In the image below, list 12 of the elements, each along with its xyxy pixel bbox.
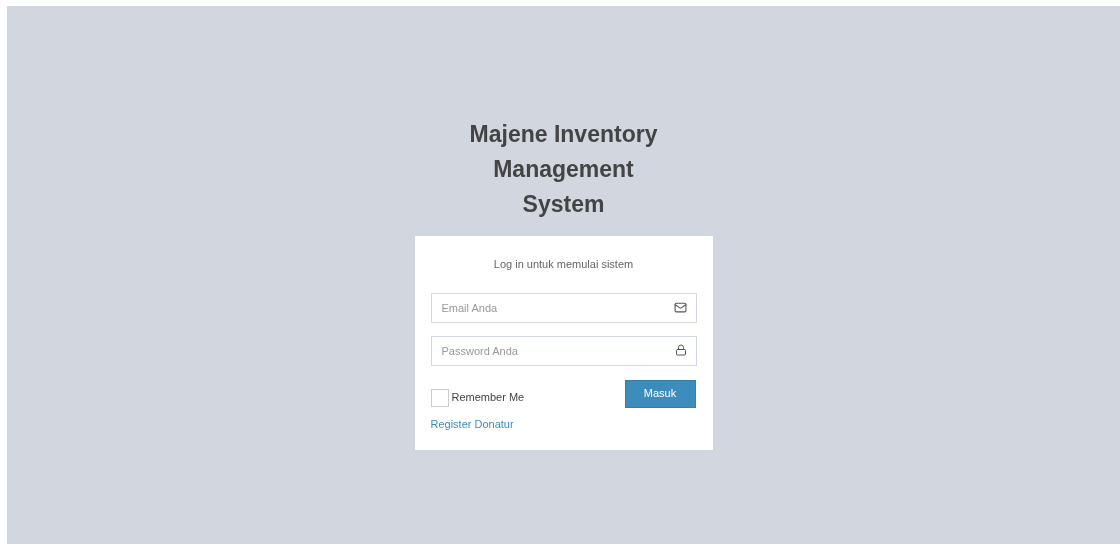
- checkbox[interactable]: [430, 388, 449, 407]
- input-field[interactable]: Email Anda: [430, 292, 697, 323]
- login-message: Log in untuk memulai sistem: [492, 257, 635, 272]
- envelope-icon: [673, 300, 687, 314]
- input-field[interactable]: Password Anda: [430, 335, 697, 366]
- app-title: System: [522, 190, 605, 219]
- app-title: Management: [493, 155, 634, 184]
- checkbox-label: Remember Me: [451, 390, 525, 406]
- register-link[interactable]: Register Donatur: [430, 415, 514, 432]
- submit-button[interactable]: Masuk: [624, 379, 696, 408]
- lock-icon: [674, 343, 687, 356]
- app-title: Majene Inventory: [469, 120, 658, 149]
